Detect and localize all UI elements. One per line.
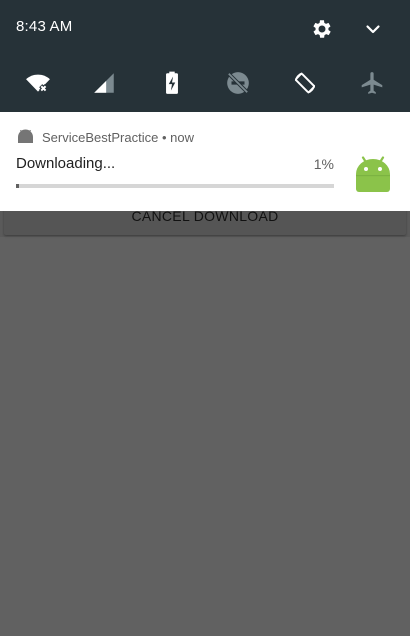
status-time: 8:43 AM xyxy=(16,18,73,35)
download-progress-bar xyxy=(16,184,334,188)
notification-title: Downloading... xyxy=(16,155,116,172)
android-icon xyxy=(352,154,394,192)
notification-app-name: ServiceBestPractice xyxy=(42,130,159,145)
quick-settings-row xyxy=(0,66,410,100)
quick-settings-shade: 8:43 AM xyxy=(0,0,410,112)
cellular-signal-icon[interactable] xyxy=(87,66,121,100)
do-not-disturb-off-icon[interactable] xyxy=(221,66,255,100)
notification-header: ServiceBestPractice • now xyxy=(42,130,194,145)
chevron-down-icon[interactable] xyxy=(361,17,385,41)
notification-time: now xyxy=(170,130,194,145)
download-progress-fill xyxy=(16,184,20,188)
battery-charging-icon[interactable] xyxy=(155,66,189,100)
download-notification[interactable]: ServiceBestPractice • now Downloading...… xyxy=(0,112,410,211)
gear-icon[interactable] xyxy=(310,17,334,41)
android-icon xyxy=(17,129,34,143)
wifi-off-icon[interactable] xyxy=(21,66,55,100)
airplane-mode-icon[interactable] xyxy=(355,66,389,100)
notification-percent: 1% xyxy=(313,156,334,172)
auto-rotate-icon[interactable] xyxy=(288,66,322,100)
